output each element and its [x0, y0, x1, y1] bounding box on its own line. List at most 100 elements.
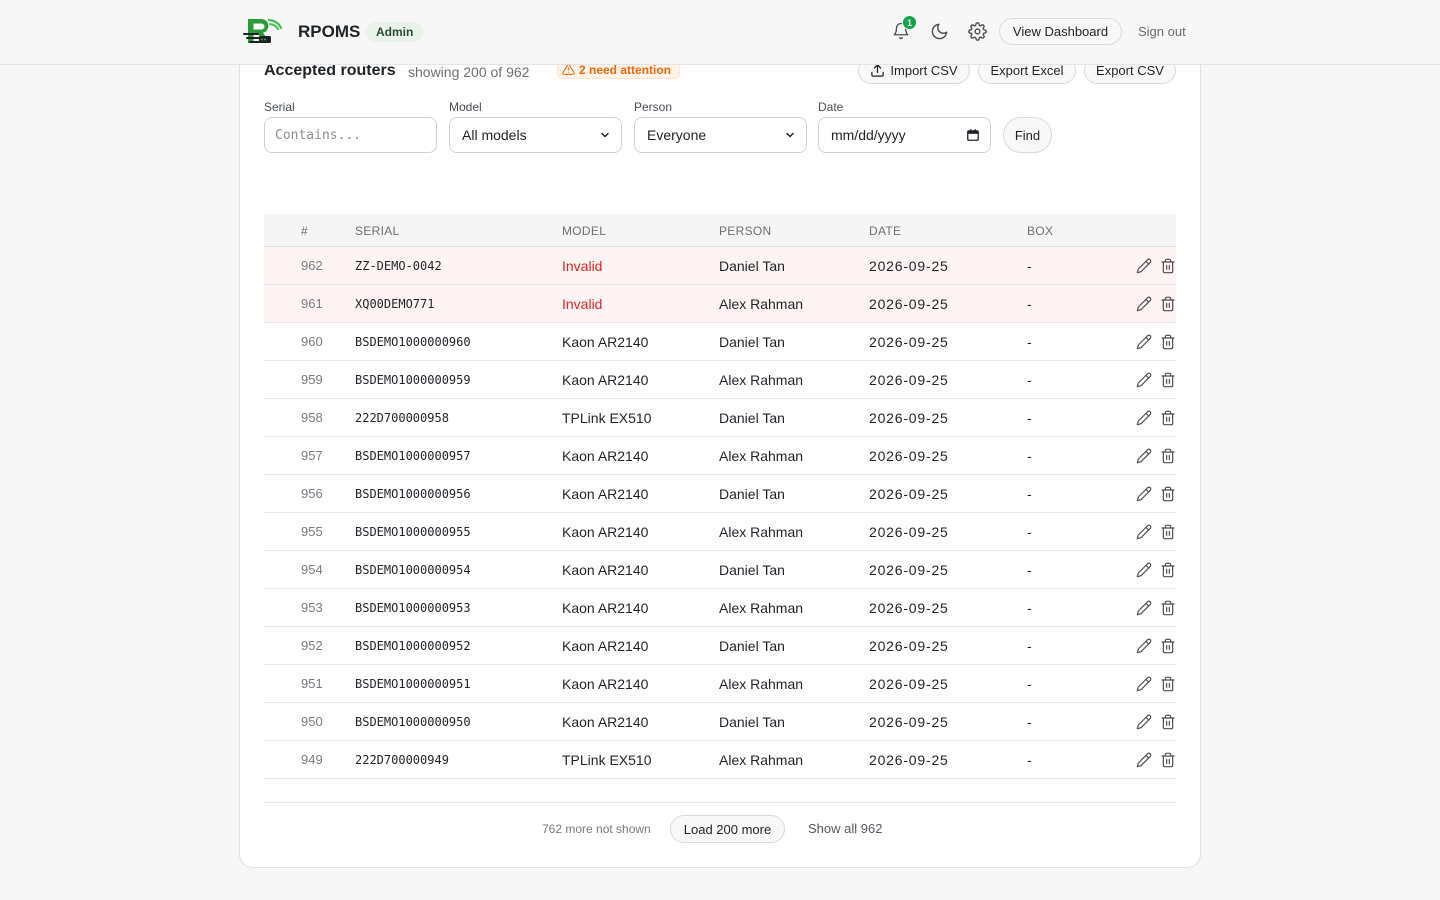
- column-header-number[interactable]: #: [301, 224, 308, 238]
- trash-icon[interactable]: [1159, 675, 1176, 692]
- row-box: -: [1027, 562, 1032, 578]
- trash-icon[interactable]: [1159, 485, 1176, 502]
- row-box: -: [1027, 752, 1032, 768]
- column-header-date[interactable]: DATE: [869, 224, 901, 238]
- pencil-icon[interactable]: [1135, 333, 1152, 350]
- gear-icon[interactable]: [967, 21, 987, 41]
- row-date: 2026-09-25: [869, 486, 949, 502]
- row-serial: 222D700000949: [355, 753, 449, 767]
- row-box: -: [1027, 714, 1032, 730]
- trash-icon[interactable]: [1159, 409, 1176, 426]
- pencil-icon[interactable]: [1135, 257, 1152, 274]
- pencil-icon[interactable]: [1135, 523, 1152, 540]
- table-row[interactable]: 958 222D700000958 TPLink EX510 Daniel Tan 20…: [264, 399, 1176, 437]
- row-serial: ZZ-DEMO-0042: [355, 259, 442, 273]
- date-input-value: mm/dd/yyyy: [831, 127, 906, 143]
- pencil-icon[interactable]: [1135, 713, 1152, 730]
- row-number: 961: [301, 296, 323, 311]
- serial-filter-label: Serial: [264, 100, 295, 114]
- trash-icon[interactable]: [1159, 257, 1176, 274]
- row-number: 962: [301, 258, 323, 273]
- trash-icon[interactable]: [1159, 447, 1176, 464]
- trash-icon[interactable]: [1159, 371, 1176, 388]
- load-more-button[interactable]: Load 200 more: [670, 815, 785, 843]
- row-date: 2026-09-25: [869, 372, 949, 388]
- sign-out-link[interactable]: Sign out: [1138, 24, 1186, 39]
- calendar-icon[interactable]: [966, 128, 980, 142]
- column-header-serial[interactable]: SERIAL: [355, 224, 400, 238]
- upload-icon: [870, 63, 885, 78]
- pencil-icon[interactable]: [1135, 675, 1152, 692]
- pencil-icon[interactable]: [1135, 561, 1152, 578]
- column-header-box[interactable]: BOX: [1027, 224, 1053, 238]
- pencil-icon[interactable]: [1135, 295, 1152, 312]
- find-button[interactable]: Find: [1003, 117, 1052, 153]
- row-model: Kaon AR2140: [562, 334, 649, 350]
- row-model: Invalid: [562, 258, 603, 274]
- table-row[interactable]: 953 BSDEMO1000000953 Kaon AR2140 Alex Rahma…: [264, 589, 1176, 627]
- pencil-icon[interactable]: [1135, 751, 1152, 768]
- table-row[interactable]: 959 BSDEMO1000000959 Kaon AR2140 Alex Rahma…: [264, 361, 1176, 399]
- table-row[interactable]: 950 BSDEMO1000000950 Kaon AR2140 Daniel Tan…: [264, 703, 1176, 741]
- pencil-icon[interactable]: [1135, 371, 1152, 388]
- serial-search-input[interactable]: Contains...: [264, 117, 437, 153]
- row-person: Daniel Tan: [719, 410, 785, 426]
- table-row[interactable]: 951 BSDEMO1000000951 Kaon AR2140 Alex Rahma…: [264, 665, 1176, 703]
- import-csv-label: Import CSV: [890, 63, 958, 78]
- view-dashboard-button[interactable]: View Dashboard: [999, 18, 1122, 45]
- trash-icon[interactable]: [1159, 637, 1176, 654]
- moon-icon[interactable]: [929, 21, 949, 41]
- pencil-icon[interactable]: [1135, 447, 1152, 464]
- row-date: 2026-09-25: [869, 600, 949, 616]
- table-header: # SERIAL MODEL PERSON DATE BOX: [264, 214, 1176, 247]
- row-person: Daniel Tan: [719, 334, 785, 350]
- table-row[interactable]: 956 BSDEMO1000000956 Kaon AR2140 Daniel Tan…: [264, 475, 1176, 513]
- row-date: 2026-09-25: [869, 714, 949, 730]
- chevron-down-icon: [599, 129, 611, 141]
- table-row[interactable]: 962 ZZ-DEMO-0042 Invalid Daniel Tan 2026-09-…: [264, 247, 1176, 285]
- pencil-icon[interactable]: [1135, 409, 1152, 426]
- row-box: -: [1027, 372, 1032, 388]
- trash-icon[interactable]: [1159, 713, 1176, 730]
- row-number: 956: [301, 486, 323, 501]
- table-row[interactable]: 952 BSDEMO1000000952 Kaon AR2140 Daniel Tan…: [264, 627, 1176, 665]
- table-row[interactable]: 955 BSDEMO1000000955 Kaon AR2140 Alex Rahma…: [264, 513, 1176, 551]
- row-model: Kaon AR2140: [562, 448, 649, 464]
- trash-icon[interactable]: [1159, 561, 1176, 578]
- row-box: -: [1027, 448, 1032, 464]
- table-row[interactable]: 954 BSDEMO1000000954 Kaon AR2140 Daniel Tan…: [264, 551, 1176, 589]
- pencil-icon[interactable]: [1135, 599, 1152, 616]
- trash-icon[interactable]: [1159, 295, 1176, 312]
- pencil-icon[interactable]: [1135, 637, 1152, 654]
- row-model: Kaon AR2140: [562, 372, 649, 388]
- row-box: -: [1027, 258, 1032, 274]
- trash-icon[interactable]: [1159, 599, 1176, 616]
- person-select[interactable]: Everyone: [634, 117, 807, 153]
- row-person: Alex Rahman: [719, 296, 804, 312]
- row-serial: 222D700000958: [355, 411, 449, 425]
- person-filter-label: Person: [634, 100, 673, 114]
- trash-icon[interactable]: [1159, 523, 1176, 540]
- record-count-text: showing 200 of 962: [408, 64, 530, 80]
- table-row[interactable]: 957 BSDEMO1000000957 Kaon AR2140 Alex Rahma…: [264, 437, 1176, 475]
- row-model: TPLink EX510: [562, 410, 652, 426]
- row-person: Alex Rahman: [719, 676, 804, 692]
- column-header-person[interactable]: PERSON: [719, 224, 771, 238]
- model-select[interactable]: All models: [449, 117, 622, 153]
- pencil-icon[interactable]: [1135, 485, 1152, 502]
- row-date: 2026-09-25: [869, 752, 949, 768]
- date-input[interactable]: mm/dd/yyyy: [818, 117, 991, 153]
- row-person: Daniel Tan: [719, 562, 785, 578]
- table-row[interactable]: 961 XQ00DEMO771 Invalid Alex Rahman 2026-09-…: [264, 285, 1176, 323]
- table-row[interactable]: 960 BSDEMO1000000960 Kaon AR2140 Daniel Tan…: [264, 323, 1176, 361]
- person-select-value: Everyone: [647, 127, 707, 143]
- trash-icon[interactable]: [1159, 333, 1176, 350]
- show-all-link[interactable]: Show all 962: [808, 821, 882, 836]
- row-person: Daniel Tan: [719, 714, 785, 730]
- table-row[interactable]: 949 222D700000949 TPLink EX510 Alex Rahman 2…: [264, 741, 1176, 779]
- column-header-model[interactable]: MODEL: [562, 224, 606, 238]
- row-box: -: [1027, 486, 1032, 502]
- logo-icon[interactable]: [242, 14, 284, 48]
- row-person: Alex Rahman: [719, 600, 804, 616]
- trash-icon[interactable]: [1159, 751, 1176, 768]
